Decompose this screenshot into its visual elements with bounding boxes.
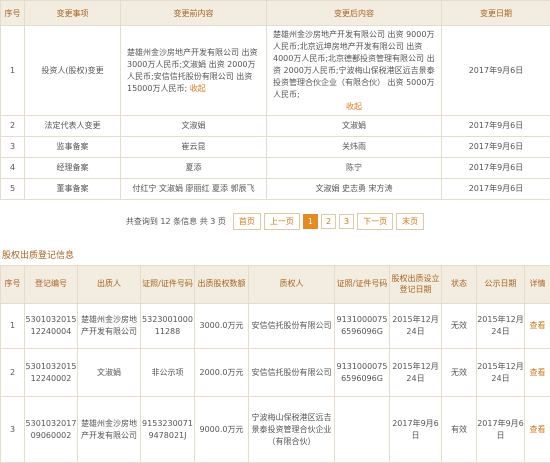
col-header-no: 序号 <box>1 1 25 26</box>
row-reg-no: 530103201512240004 <box>25 304 78 349</box>
after-text: 楚雄州金沙房地产开发有限公司 出资 9000万人民币;北京远坤房地产开发有限公司… <box>273 30 435 99</box>
row-date: 2017年9月6日 <box>442 137 550 158</box>
row-item: 法定代表人变更 <box>25 116 121 137</box>
row-pledgor: 楚雄州金沙房地产开发有限公司 <box>78 304 141 349</box>
table-header-row: 序号 登记编号 出质人 证照/证件号码 出质股权数额 质权人 证照/证件号码 股… <box>1 266 550 304</box>
page-3-button[interactable]: 3 <box>339 214 354 229</box>
row-date: 2017年9月6日 <box>442 158 550 179</box>
row-pledgee-id: 91310000756596096G <box>335 349 390 397</box>
row-pledgor: 楚雄州金沙房地产开发有限公司 <box>78 397 141 463</box>
row-date: 2017年9月6日 <box>442 179 550 200</box>
col-header-pledgor-id: 证照/证件号码 <box>141 266 195 304</box>
col-header-detail: 详情 <box>525 266 550 304</box>
row-item: 监事备案 <box>25 137 121 158</box>
table-row: 1 投资人(股权)变更 楚雄州金沙房地产开发有限公司 出资 3000万人民币;文… <box>1 26 550 116</box>
row-amount: 9000.0万元 <box>195 397 249 463</box>
row-pledgee: 安信信托股份有限公司 <box>249 349 335 397</box>
page-1-button[interactable]: 1 <box>303 214 318 229</box>
prev-page-button[interactable]: 上一页 <box>264 213 300 230</box>
row-status: 有效 <box>442 397 477 463</box>
col-header-date: 变更日期 <box>442 1 550 26</box>
col-header-pledgor: 出质人 <box>78 266 141 304</box>
col-header-reg-no: 登记编号 <box>25 266 78 304</box>
row-after: 文淑娟 <box>267 116 442 137</box>
col-header-amount: 出质股权数额 <box>195 266 249 304</box>
row-after: 关炜雨 <box>267 137 442 158</box>
row-no: 3 <box>1 137 25 158</box>
row-before: 文淑娟 <box>121 116 267 137</box>
row-pledgee-id: 91310000756596096G <box>335 304 390 349</box>
pagination: 共查询到 12 条信息 共 3 页 首页 上一页 1 2 3 下一页 末页 <box>0 209 550 233</box>
col-header-no: 序号 <box>1 266 25 304</box>
equity-pledge-table: 序号 登记编号 出质人 证照/证件号码 出质股权数额 质权人 证照/证件号码 股… <box>0 265 550 463</box>
row-item: 经理备案 <box>25 158 121 179</box>
row-pledgor-id: 91532300719478021J <box>141 397 195 463</box>
collapse-link[interactable]: 收起 <box>346 102 362 111</box>
row-pub-date: 2017年9月6日 <box>477 397 525 463</box>
row-pledgor: 文淑娟 <box>78 349 141 397</box>
table-row: 5 董事备案 付红宁 文淑娟 廖丽红 夏添 郭辰飞 文淑娟 史志勇 宋方涛 20… <box>1 179 550 200</box>
row-no: 2 <box>1 116 25 137</box>
row-date: 2017年9月6日 <box>442 116 550 137</box>
row-before: 付红宁 文淑娟 廖丽红 夏添 郭辰飞 <box>121 179 267 200</box>
view-detail-link[interactable]: 查看 <box>525 397 550 463</box>
view-detail-link[interactable]: 查看 <box>525 304 550 349</box>
row-status: 无效 <box>442 349 477 397</box>
table-row: 3 监事备案 崔云昆 关炜雨 2017年9月6日 <box>1 137 550 158</box>
col-header-reg-date: 股权出质设立登记日期 <box>390 266 442 304</box>
row-amount: 3000.0万元 <box>195 304 249 349</box>
row-reg-date: 2015年12月24日 <box>390 304 442 349</box>
row-no: 3 <box>1 397 25 463</box>
collapse-link[interactable]: 收起 <box>190 84 206 93</box>
row-no: 2 <box>1 349 25 397</box>
row-item: 投资人(股权)变更 <box>25 26 121 116</box>
table-row: 2 530103201512240002 文淑娟 非公示项 2000.0万元 安… <box>1 349 550 397</box>
section-title: 股权出质登记信息 <box>0 248 550 261</box>
row-after: 陈宁 <box>267 158 442 179</box>
col-header-after: 变更后内容 <box>267 1 442 26</box>
row-after: 文淑娟 史志勇 宋方涛 <box>267 179 442 200</box>
row-pledgee: 宁波梅山保税港区远吉景泰投资管理合伙企业（有限合伙） <box>249 397 335 463</box>
row-amount: 2000.0万元 <box>195 349 249 397</box>
col-header-pledgee-id: 证照/证件号码 <box>335 266 390 304</box>
col-header-before: 变更前内容 <box>121 1 267 26</box>
row-pledgee-id <box>335 397 390 463</box>
col-header-pledgee: 质权人 <box>249 266 335 304</box>
col-header-status: 状态 <box>442 266 477 304</box>
row-no: 4 <box>1 158 25 179</box>
row-pub-date: 2015年12月24日 <box>477 304 525 349</box>
table-row: 4 经理备案 夏添 陈宁 2017年9月6日 <box>1 158 550 179</box>
row-after: 楚雄州金沙房地产开发有限公司 出资 9000万人民币;北京远坤房地产开发有限公司… <box>267 26 442 116</box>
row-pub-date: 2015年12月24日 <box>477 349 525 397</box>
row-no: 1 <box>1 26 25 116</box>
row-reg-date: 2015年12月24日 <box>390 349 442 397</box>
last-page-button[interactable]: 末页 <box>396 213 424 230</box>
page-2-button[interactable]: 2 <box>321 214 336 229</box>
row-status: 无效 <box>442 304 477 349</box>
row-date: 2017年9月6日 <box>442 26 550 116</box>
row-reg-no: 530103201512240002 <box>25 349 78 397</box>
row-pledgor-id: 532300100011288 <box>141 304 195 349</box>
view-detail-link[interactable]: 查看 <box>525 349 550 397</box>
row-pledgee: 安信信托股份有限公司 <box>249 304 335 349</box>
row-before: 楚雄州金沙房地产开发有限公司 出资 3000万人民币;文淑娟 出资 2000万人… <box>121 26 267 116</box>
next-page-button[interactable]: 下一页 <box>357 213 393 230</box>
row-before: 崔云昆 <box>121 137 267 158</box>
table-row: 3 530103201709060002 楚雄州金沙房地产开发有限公司 9153… <box>1 397 550 463</box>
pagination-info: 共查询到 12 条信息 共 3 页 <box>126 216 226 227</box>
row-reg-no: 530103201709060002 <box>25 397 78 463</box>
row-item: 董事备案 <box>25 179 121 200</box>
table-row: 2 法定代表人变更 文淑娟 文淑娟 2017年9月6日 <box>1 116 550 137</box>
row-reg-date: 2017年9月6日 <box>390 397 442 463</box>
row-before: 夏添 <box>121 158 267 179</box>
change-records-table: 序号 变更事项 变更前内容 变更后内容 变更日期 1 投资人(股权)变更 楚雄州… <box>0 0 550 200</box>
row-pledgor-id: 非公示项 <box>141 349 195 397</box>
col-header-pub-date: 公示日期 <box>477 266 525 304</box>
row-no: 1 <box>1 304 25 349</box>
row-no: 5 <box>1 179 25 200</box>
first-page-button[interactable]: 首页 <box>233 213 261 230</box>
table-row: 1 530103201512240004 楚雄州金沙房地产开发有限公司 5323… <box>1 304 550 349</box>
table-header-row: 序号 变更事项 变更前内容 变更后内容 变更日期 <box>1 1 550 26</box>
col-header-item: 变更事项 <box>25 1 121 26</box>
